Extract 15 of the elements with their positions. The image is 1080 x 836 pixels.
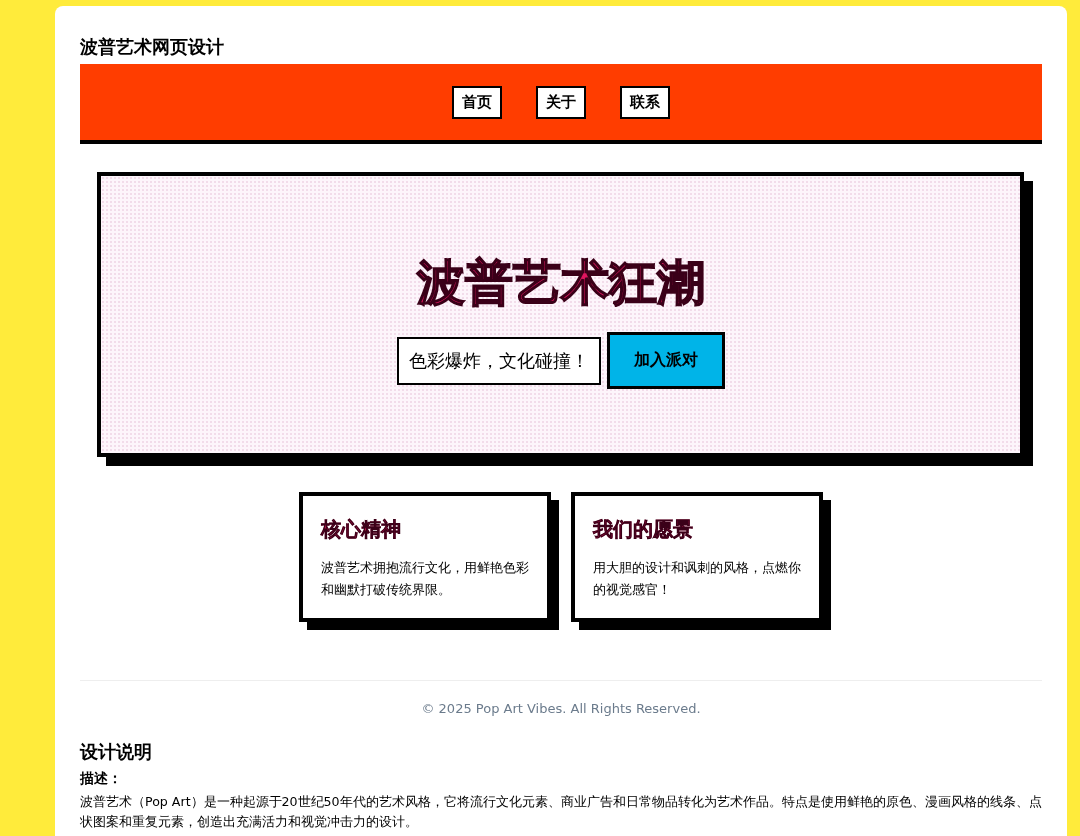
footer-text: © 2025 Pop Art Vibes. All Rights Reserved.	[420, 701, 702, 716]
nav-link[interactable]: 联系	[620, 85, 670, 119]
hero-heading: 波普艺术狂潮	[416, 258, 705, 306]
page-title: 波普艺术网页设计	[80, 35, 225, 59]
description-text: 波普艺术（Pop Art）是一种起源于20世纪50年代的艺术风格，它将流行文化元素、商业广告和日常物品转化为艺术作品。特点是使用鲜艳的原色、漫画风格的线条、点状图案和重复元素，创造出充满活力和视觉冲击力的设计。	[80, 793, 1042, 831]
nav-link[interactable]: 首页	[452, 85, 502, 119]
section-title: 设计说明	[80, 740, 153, 764]
card-text: 波普艺术拥抱流行文化，用鲜艳色彩和幽默打破传统界限。	[321, 559, 529, 599]
description-label: 描述：	[80, 770, 123, 788]
join-button[interactable]: 加入派对	[606, 332, 725, 389]
card-text: 用大胆的设计和讽刺的风格，点燃你的视觉感官！	[593, 559, 801, 599]
nav-link[interactable]: 关于	[536, 85, 586, 119]
card-title: 我们的愿景	[593, 516, 694, 543]
tagline: 色彩爆炸，文化碰撞！	[396, 336, 601, 385]
card-title: 核心精神	[321, 516, 402, 543]
